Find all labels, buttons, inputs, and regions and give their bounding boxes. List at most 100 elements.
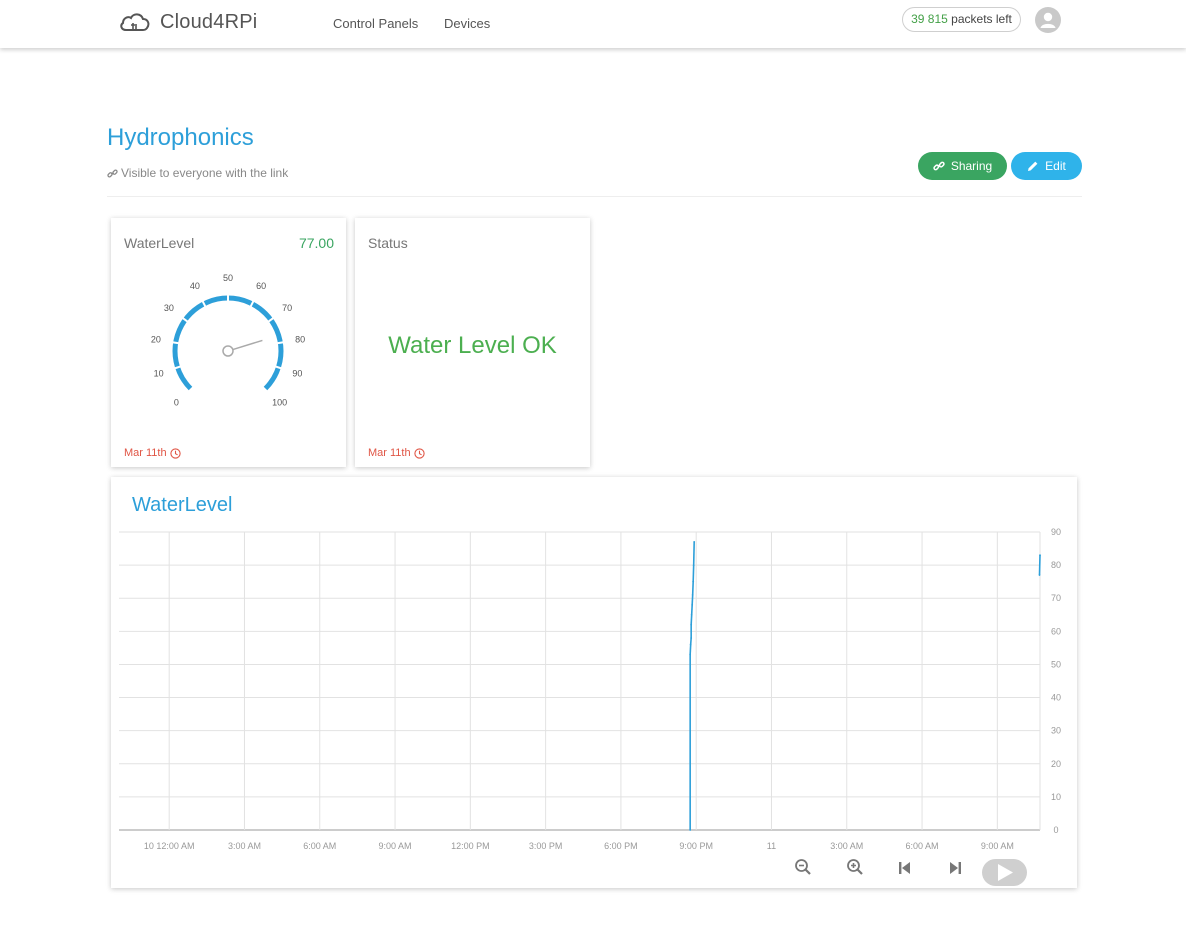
chart-y-tick-label: 30 xyxy=(1051,726,1061,736)
status-text: Water Level OK xyxy=(388,332,557,359)
packets-suffix: packets left xyxy=(951,12,1012,26)
nav-control-panels[interactable]: Control Panels xyxy=(333,16,418,31)
edit-label: Edit xyxy=(1045,159,1066,173)
gauge-needle xyxy=(232,339,263,351)
chart-data-point xyxy=(1038,574,1041,576)
header-divider xyxy=(107,196,1082,197)
chart-series-segment xyxy=(691,581,694,595)
skip-forward-icon[interactable] xyxy=(948,860,962,876)
page-title: Hydrophonics xyxy=(107,124,254,151)
gauge-tick-label: 40 xyxy=(190,281,200,291)
chart-series-segment xyxy=(690,614,693,625)
chart-y-tick-label: 40 xyxy=(1051,693,1061,703)
chart-x-tick-label: 6:00 AM xyxy=(906,841,939,851)
status-title: Status xyxy=(368,235,408,251)
gauge-tick-label: 30 xyxy=(164,303,174,313)
chart-y-tick-label: 90 xyxy=(1051,527,1061,537)
chart-series-segment xyxy=(689,637,692,645)
gauge-tick-label: 90 xyxy=(292,369,302,379)
status-date-text: Mar 11th xyxy=(368,447,411,459)
chart-data-point xyxy=(691,603,694,606)
status-date: Mar 11th xyxy=(368,447,425,459)
chart-y-tick-label: 80 xyxy=(1051,560,1061,570)
chart-y-tick-label: 20 xyxy=(1051,759,1061,769)
user-avatar-icon[interactable] xyxy=(1035,7,1061,33)
chart-series-segment xyxy=(691,594,694,605)
gauge-tick-label: 20 xyxy=(151,335,161,345)
chart-x-tick-label: 9:00 PM xyxy=(679,841,713,851)
cloud-icon xyxy=(120,13,150,31)
chart-x-tick-label: 6:00 AM xyxy=(303,841,336,851)
gauge-tick-label: 0 xyxy=(174,398,179,408)
packets-left-badge: 39 815 packets left xyxy=(902,7,1021,32)
chart-x-tick-label: 9:00 AM xyxy=(981,841,1014,851)
gauge-tick-label: 100 xyxy=(272,398,287,408)
chart-series-segment xyxy=(690,604,693,615)
visibility-text: Visible to everyone with the link xyxy=(121,166,289,180)
chart-data-point xyxy=(1039,554,1041,557)
gauge-widget[interactable]: WaterLevel 77.00 0 10 20 30 40 50 60 70 80 90 100 … xyxy=(111,218,346,467)
gauge-tick-gap xyxy=(276,341,285,345)
gauge-dial: 0 10 20 30 40 50 60 70 80 90 100 xyxy=(151,273,305,408)
zoom-out-icon[interactable] xyxy=(794,858,812,876)
chart-data-point xyxy=(689,829,692,831)
chart-x-tick-label: 10 12:00 AM xyxy=(144,841,195,851)
chart-data-point xyxy=(692,564,695,567)
gauge-tick-label: 60 xyxy=(256,281,266,291)
gauge-date: Mar 11th xyxy=(124,447,181,459)
clock-icon xyxy=(169,447,181,459)
gauge-hub xyxy=(222,345,234,357)
chart-series-segment xyxy=(692,565,695,582)
chart-data-point xyxy=(692,580,695,583)
chart-data-point xyxy=(691,594,694,596)
gauge-arc xyxy=(172,295,284,391)
chart-data-point xyxy=(693,541,696,543)
brand-logo[interactable]: Cloud4RPi xyxy=(118,9,257,35)
chart-x-tick-label: 3:00 PM xyxy=(529,841,563,851)
play-icon xyxy=(998,864,1013,881)
chart-y-tick-label: 70 xyxy=(1051,593,1061,603)
gauge-date-text: Mar 11th xyxy=(124,447,167,459)
play-button[interactable] xyxy=(982,859,1027,886)
gauge-tick-label: 70 xyxy=(282,303,292,313)
nav-devices[interactable]: Devices xyxy=(444,16,490,31)
clock-icon xyxy=(413,447,425,459)
chart-y-tick-label: 60 xyxy=(1051,626,1061,636)
chart-x-tick-label: 3:00 AM xyxy=(228,841,261,851)
chart-data-point xyxy=(689,653,692,656)
status-widget[interactable]: Status Water Level OK Mar 11th xyxy=(355,218,590,467)
link-icon xyxy=(107,169,118,177)
chart-area[interactable]: 0 10 20 30 40 50 60 70 80 90 10 12:00 AM 3:00 AM 6:0… xyxy=(111,477,1077,857)
brand-name: Cloud4RPi xyxy=(160,10,258,33)
gauge-tick-label: 50 xyxy=(223,273,233,283)
top-bar: Cloud4RPi Control Panels Devices 39 815 … xyxy=(0,0,1186,48)
chart-widget: WaterLevel 0 10 20 30 40 50 60 70 80 90 10 12:00 A… xyxy=(111,477,1077,888)
chart-y-tick-label: 50 xyxy=(1051,659,1061,669)
chart-x-tick-label: 11 xyxy=(767,841,776,851)
visibility-note: Visible to everyone with the link xyxy=(107,166,288,180)
link-icon xyxy=(933,161,945,171)
skip-back-icon[interactable] xyxy=(898,860,912,876)
chart-x-tick-label: 6:00 PM xyxy=(604,841,638,851)
chart-data-point xyxy=(690,623,693,626)
chart-x-tick-label: 3:00 AM xyxy=(830,841,863,851)
edit-button[interactable]: Edit xyxy=(1011,152,1082,180)
gauge-tick-label: 10 xyxy=(154,369,164,379)
chart-y-tick-label: 0 xyxy=(1053,825,1058,835)
chart-y-tick-label: 10 xyxy=(1051,792,1061,802)
chart-x-tick-label: 12:00 PM xyxy=(451,841,490,851)
chart-series-segment xyxy=(692,541,695,566)
gauge-tick-gap xyxy=(171,341,180,345)
sharing-label: Sharing xyxy=(950,159,993,173)
zoom-in-icon[interactable] xyxy=(846,858,864,876)
chart-data-point xyxy=(689,643,692,646)
packets-count: 39 815 xyxy=(911,12,948,26)
chart-data-point xyxy=(690,613,693,616)
sharing-button[interactable]: Sharing xyxy=(918,152,1007,180)
chart-x-tick-label: 9:00 AM xyxy=(379,841,412,851)
chart-series-segment xyxy=(1038,555,1041,576)
gauge-tick-label: 80 xyxy=(295,335,305,345)
chart-data-point xyxy=(690,637,693,639)
pencil-icon xyxy=(1028,161,1038,171)
chart-series-segment xyxy=(689,644,692,655)
